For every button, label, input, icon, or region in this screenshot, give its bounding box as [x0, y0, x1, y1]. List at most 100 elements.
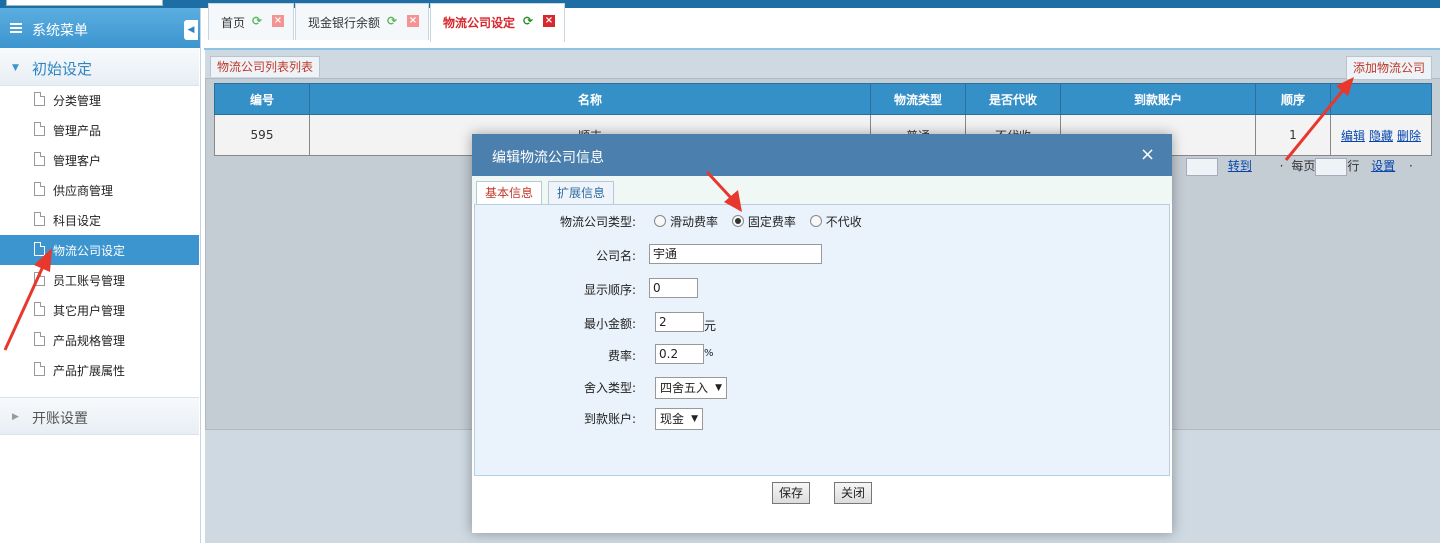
column-header: 编号 — [214, 83, 310, 115]
type-label: 物流公司类型: — [559, 215, 636, 229]
close-icon[interactable]: × — [543, 15, 555, 27]
type-radio-group: 滑动费率 固定费率 不代收 — [654, 213, 862, 230]
close-icon[interactable]: × — [272, 15, 284, 27]
per-page-input[interactable] — [1315, 157, 1348, 176]
list-icon — [10, 23, 22, 33]
sidebar-item-specs[interactable]: 产品规格管理 — [0, 325, 199, 355]
close-button[interactable]: 关闭 — [834, 482, 873, 504]
sidebar-item-label: 分类管理 — [53, 94, 102, 108]
sidebar-item-suppliers[interactable]: 供应商管理 — [0, 175, 199, 205]
dialog-close-icon[interactable]: × — [1140, 144, 1155, 165]
sidebar-item-label: 员工账号管理 — [53, 274, 126, 288]
account-select-value: 现金 — [660, 412, 685, 426]
min-amount-label: 最小金额: — [583, 317, 636, 331]
sidebar-item-label: 管理客户 — [53, 154, 102, 168]
rate-unit: % — [704, 348, 714, 359]
file-icon — [34, 212, 45, 226]
edit-logistics-dialog: 编辑物流公司信息 × 基本信息 扩展信息 物流公司类型: 滑动费率 固定费率 不… — [472, 134, 1172, 533]
column-header: 顺序 — [1255, 83, 1331, 115]
file-icon — [34, 332, 45, 346]
file-icon — [34, 242, 45, 256]
file-icon — [34, 302, 45, 316]
collapse-sidebar-icon[interactable]: ◀ — [184, 20, 198, 40]
file-icon — [34, 92, 45, 106]
file-icon — [34, 182, 45, 196]
company-name-input[interactable]: 宇通 — [649, 244, 822, 264]
column-header: 是否代收 — [965, 83, 1061, 115]
file-icon — [34, 362, 45, 376]
file-icon — [34, 122, 45, 136]
column-header: 物流类型 — [870, 83, 966, 115]
sidebar-item-ext-attrs[interactable]: 产品扩展属性 — [0, 355, 199, 385]
sidebar-item-label: 供应商管理 — [53, 184, 114, 198]
sidebar-item-other-users[interactable]: 其它用户管理 — [0, 295, 199, 325]
sidebar-group-opening[interactable]: ▶ 开账设置 — [0, 397, 199, 435]
sidebar-item-staff[interactable]: 员工账号管理 — [0, 265, 199, 295]
pager-separator: · — [1279, 159, 1284, 173]
sidebar-item-accounts[interactable]: 科目设定 — [0, 205, 199, 235]
hide-link[interactable]: 隐藏 — [1369, 129, 1393, 143]
per-page-label: 每页 — [1291, 159, 1316, 173]
tab-logistics-settings[interactable]: 物流公司设定 ⟳ × — [430, 3, 565, 42]
sidebar-item-label: 产品规格管理 — [53, 334, 126, 348]
refresh-icon[interactable]: ⟳ — [523, 15, 535, 27]
save-button[interactable]: 保存 — [772, 482, 811, 504]
tab-extended-info[interactable]: 扩展信息 — [548, 181, 615, 204]
display-order-input[interactable]: 0 — [649, 278, 698, 298]
cell-id: 595 — [214, 114, 310, 156]
top-search-input[interactable] — [6, 0, 163, 6]
rate-input[interactable]: 0.2 — [655, 344, 704, 364]
dropdown-arrow-icon: ▼ — [715, 383, 722, 393]
dialog-header: 编辑物流公司信息 × — [472, 134, 1172, 176]
collapsed-triangle-icon: ▶ — [12, 412, 19, 422]
refresh-icon[interactable]: ⟳ — [387, 15, 399, 27]
sidebar-item-label: 产品扩展属性 — [53, 364, 126, 378]
dialog-title: 编辑物流公司信息 — [492, 150, 604, 166]
cell-order: 1 — [1255, 114, 1331, 156]
file-icon — [34, 152, 45, 166]
column-header-actions — [1330, 83, 1432, 115]
add-logistics-button[interactable]: 添加物流公司 — [1346, 56, 1432, 80]
delete-link[interactable]: 删除 — [1397, 129, 1421, 143]
sidebar-item-customers[interactable]: 管理客户 — [0, 145, 199, 175]
sidebar-item-label: 物流公司设定 — [53, 244, 126, 258]
tab-basic-info[interactable]: 基本信息 — [476, 181, 543, 205]
tab-label: 物流公司设定 — [443, 16, 516, 30]
page-jump-input[interactable] — [1186, 157, 1218, 176]
radio-fixed-rate[interactable]: 固定费率 — [731, 215, 796, 229]
row-label: 行 — [1347, 159, 1360, 173]
radio-sliding-rate[interactable]: 滑动费率 — [654, 215, 718, 229]
radio-selected-icon — [731, 215, 744, 227]
table-header-row: 编号 名称 物流类型 是否代收 到款账户 顺序 — [214, 83, 1432, 115]
goto-link[interactable]: 转到 — [1228, 159, 1252, 173]
refresh-icon[interactable]: ⟳ — [252, 15, 264, 27]
expanded-triangle-icon: ▼ — [12, 63, 19, 73]
min-amount-input[interactable]: 2 — [655, 312, 704, 332]
name-label: 公司名: — [595, 249, 636, 263]
tab-label: 首页 — [221, 16, 246, 30]
order-label: 显示顺序: — [583, 283, 636, 297]
radio-no-cod[interactable]: 不代收 — [809, 215, 862, 229]
close-icon[interactable]: × — [407, 15, 419, 27]
rounding-label: 舍入类型: — [583, 381, 636, 395]
edit-link[interactable]: 编辑 — [1341, 129, 1365, 143]
sidebar-header: 系统菜单 ◀ — [0, 8, 200, 48]
radio-icon — [654, 215, 666, 227]
sidebar-item-logistics[interactable]: 物流公司设定 — [0, 235, 199, 265]
list-tab[interactable]: 物流公司列表列表 — [210, 56, 321, 77]
rounding-select[interactable]: 四舍五入 ▼ — [655, 377, 727, 399]
rounding-select-value: 四舍五入 — [660, 381, 709, 395]
settings-link[interactable]: 设置 — [1371, 159, 1395, 173]
radio-label: 滑动费率 — [670, 215, 719, 229]
tab-cash-balance[interactable]: 现金银行余额 ⟳ × — [295, 3, 429, 40]
radio-icon — [809, 215, 822, 227]
account-select[interactable]: 现金 ▼ — [655, 408, 703, 430]
radio-label: 不代收 — [825, 215, 862, 229]
tab-home[interactable]: 首页 ⟳ × — [208, 3, 294, 40]
sidebar-item-products[interactable]: 管理产品 — [0, 115, 199, 145]
sidebar-group-label: 开账设置 — [32, 411, 88, 427]
sidebar-item-category[interactable]: 分类管理 — [0, 85, 199, 115]
sidebar-group-label: 初始设定 — [32, 60, 93, 78]
sidebar-group-initial-settings[interactable]: ▼ 初始设定 — [0, 49, 199, 86]
account-label: 到款账户: — [583, 412, 636, 426]
